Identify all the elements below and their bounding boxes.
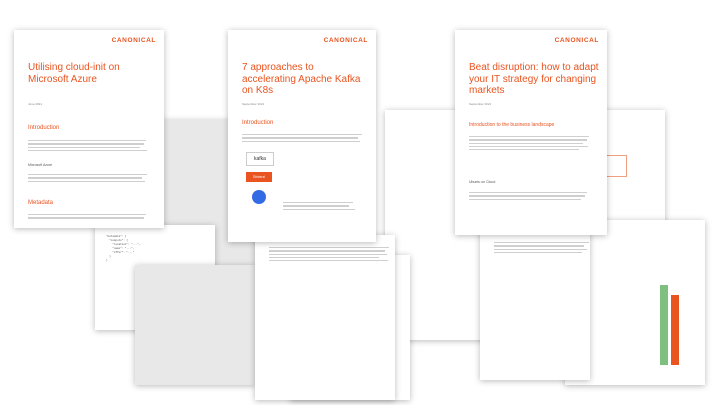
document-title: Beat disruption: how to adapt your IT st…	[469, 62, 599, 96]
chart-bar-2	[671, 295, 679, 365]
section-heading: Introduction	[28, 125, 60, 131]
body-text	[28, 138, 148, 153]
document-collage: { "brand": {"logo": "CANONICAL", "accent…	[0, 0, 720, 405]
document-cover-2: CANONICAL 7 approaches to accelerating A…	[228, 30, 376, 242]
body-text	[469, 190, 589, 202]
document-date: September 2021	[469, 102, 492, 106]
document-cover-3: CANONICAL Beat disruption: how to adapt …	[455, 30, 607, 235]
section-heading: Introduction	[242, 120, 274, 126]
subsection-heading: Ubuntu on Cloud	[469, 180, 496, 184]
section-heading: Introduction to the business landscape	[469, 122, 555, 128]
body-text	[469, 134, 589, 152]
brand-logo: CANONICAL	[554, 37, 599, 44]
document-cover-1: CANONICAL Utilising cloud-init on Micros…	[14, 30, 164, 228]
body-text	[28, 172, 148, 184]
document-date: September 2021	[242, 102, 265, 106]
brand-logo: CANONICAL	[323, 37, 368, 44]
document-title: 7 approaches to accelerating Apache Kafk…	[242, 62, 361, 96]
bullet-list	[283, 200, 368, 212]
brand-logo: CANONICAL	[111, 37, 156, 44]
text-page	[255, 235, 395, 400]
kafka-logo: kafka	[246, 152, 274, 166]
text-page	[480, 230, 590, 380]
body-text	[242, 132, 362, 144]
strimzi-badge: Strimzi	[246, 172, 272, 182]
code-snippet: "metadata": { "compute": { "location": "…	[106, 235, 141, 262]
background-page	[135, 265, 255, 385]
subsection-heading: Microsoft Azure	[28, 163, 53, 167]
chart-bar-1	[660, 285, 668, 365]
kubernetes-icon	[252, 190, 266, 204]
document-title: Utilising cloud-init on Microsoft Azure	[28, 62, 120, 85]
document-date: June 2021	[28, 102, 43, 106]
section-heading: Metadata	[28, 200, 54, 206]
body-text	[28, 212, 148, 221]
